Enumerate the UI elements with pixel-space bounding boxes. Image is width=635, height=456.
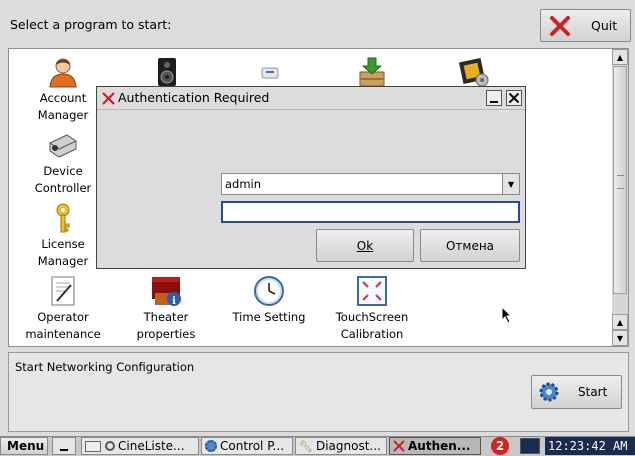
select-program-prompt: Select a program to start: [10,17,172,32]
film-icon [105,441,115,451]
close-icon [508,92,520,104]
notification-count: 2 [491,437,509,455]
program-label: Device Controller [34,164,92,195]
task-cinelister[interactable]: CineListe... [81,437,199,455]
show-desktop-button[interactable] [52,437,76,455]
scroll-down-button[interactable]: ▼ [612,330,628,346]
program-label: TouchScreen Calibration [335,310,409,341]
task-authentication[interactable]: Authen... [389,437,481,455]
dialog-title: Authentication Required [118,90,270,105]
program-operator-maintenance[interactable]: Operator maintenance [13,275,113,343]
key-icon [56,203,70,233]
task-label: Authen... [408,439,471,453]
username-value: admin [225,177,262,191]
ok-label: Ok [356,238,374,253]
taskbar-clock: 12:23:42 AM [545,437,635,455]
task-label: Control P... [220,439,285,453]
cancel-label: Отмена [445,238,495,253]
program-description: Start Networking Configuration [15,360,195,374]
app-x-icon [102,92,115,105]
keyboard-icon [85,440,101,452]
start-label: Start [578,385,608,399]
app-x-icon [393,440,405,452]
program-label: License Manager [37,237,89,268]
install-icon [359,57,385,87]
minimize-all-icon [60,449,68,451]
task-diagnostics[interactable]: 🔧︎ Diagnost... [295,437,387,455]
program-media-settings[interactable] [424,56,524,90]
scrollbar-thumb[interactable] [613,66,627,294]
task-control-panel[interactable]: Control P... [201,437,293,455]
scroll-up-button-lower[interactable]: ▲ [612,314,628,330]
start-button[interactable]: Start [531,375,622,409]
program-theater-properties[interactable]: i Theater properties [116,275,216,343]
task-label: Diagnost... [315,439,381,453]
menu-button[interactable]: Menu [0,437,48,455]
close-button[interactable] [506,90,522,106]
gear-icon [539,382,559,402]
drive-icon [261,67,279,79]
user-icon [49,58,77,88]
scroll-up-button[interactable]: ▲ [612,49,628,65]
theater-info-icon: i [152,277,181,307]
media-settings-icon [458,57,489,87]
program-label: Time Setting [232,310,306,324]
program-speaker[interactable] [117,56,217,90]
wrench-icon: 🔧︎ [299,439,313,453]
task-label: CineListe... [118,439,185,453]
program-install[interactable] [322,56,422,90]
quit-label: Quit [591,18,618,33]
notification-badge[interactable]: 2 [489,437,511,455]
svg-text:i: i [172,296,176,307]
calibration-icon [357,276,387,306]
dialog-titlebar[interactable]: Authentication Required [97,87,525,110]
mouse-cursor-icon [501,306,513,324]
chevron-down-icon[interactable]: ▼ [502,174,519,194]
program-label: Operator maintenance [25,310,101,341]
program-drive[interactable] [220,56,320,90]
username-select[interactable]: admin ▼ [221,173,520,195]
clock-icon [254,276,284,306]
minimize-button[interactable] [486,90,502,106]
ok-button[interactable]: Ok [316,229,414,262]
menu-label: Menu [7,439,45,453]
close-icon [550,15,570,36]
notepad-icon [51,276,75,306]
gear-icon [205,440,217,452]
speaker-icon [158,58,176,86]
program-time-setting[interactable]: Time Setting [219,275,319,326]
auth-dialog: Authentication Required admin ▼ Ok Отмен… [96,86,526,269]
pager-widget[interactable] [520,438,540,454]
quit-button[interactable]: Quit [540,9,631,42]
program-label: Account Manager [37,91,89,122]
program-label: Theater properties [136,310,196,341]
program-touchscreen-calibration[interactable]: TouchScreen Calibration [322,275,422,343]
clock-time: 12:23:42 AM [548,439,628,453]
cancel-button[interactable]: Отмена [420,229,520,262]
password-field[interactable] [221,201,520,223]
projector-icon [49,134,77,158]
